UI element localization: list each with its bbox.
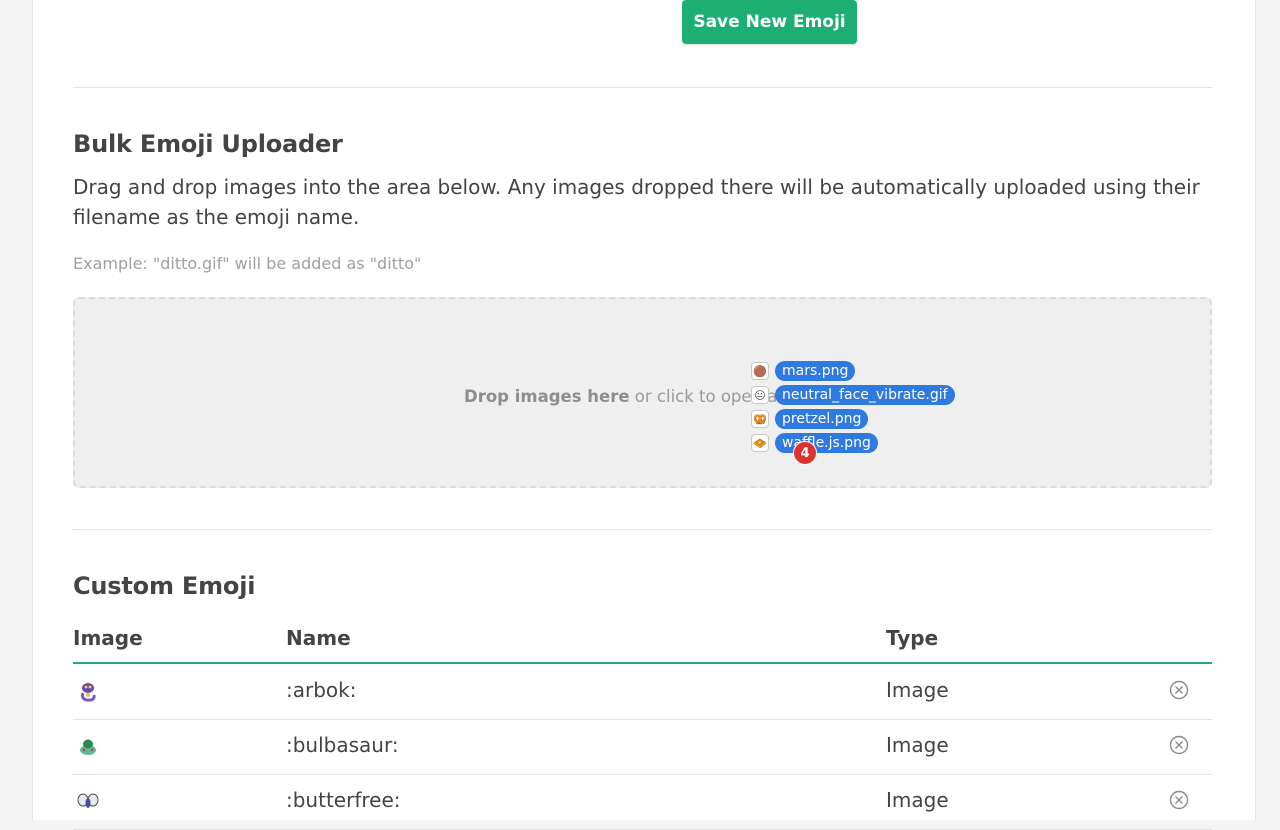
dragged-file-name: neutral_face_vibrate.gif — [775, 385, 955, 405]
emoji-type: Image — [886, 733, 949, 757]
column-header-image: Image — [73, 626, 143, 650]
bulk-uploader-description: Drag and drop images into the area below… — [73, 175, 1200, 229]
file-thumbnail-icon: 🟤 — [751, 362, 769, 380]
bulk-uploader-example: Example: "ditto.gif" will be added as "d… — [73, 254, 422, 273]
dragged-file-item: 🟤 mars.png — [751, 361, 856, 381]
dragged-file-item: 🥨 pretzel.png — [751, 409, 869, 429]
table-row: :bulbasaur: Image — [73, 719, 1212, 775]
dragged-file-name: mars.png — [775, 361, 856, 381]
drag-count-badge: 4 — [793, 441, 817, 465]
dragged-file-name: waffle.js.png — [775, 433, 878, 453]
butterfree-emoji-icon — [77, 793, 99, 808]
emoji-name: :butterfree: — [286, 788, 401, 812]
section-divider — [73, 87, 1212, 88]
dragged-file-item: 😐 neutral_face_vibrate.gif — [751, 385, 955, 405]
table-row: :arbok: Image — [73, 664, 1212, 720]
emoji-dropzone[interactable]: Drop images here or click to open a f — [73, 297, 1212, 488]
section-divider — [73, 529, 1212, 530]
bulk-uploader-title: Bulk Emoji Uploader — [73, 130, 343, 158]
column-header-name: Name — [286, 626, 351, 650]
emoji-name: :arbok: — [286, 678, 357, 702]
file-thumbnail-icon: 😐 — [751, 386, 769, 404]
remove-circle-icon[interactable] — [1169, 735, 1189, 755]
emoji-type: Image — [886, 678, 949, 702]
emoji-type: Image — [886, 788, 949, 812]
remove-circle-icon[interactable] — [1169, 680, 1189, 700]
dropzone-text-bold: Drop images here — [464, 387, 630, 406]
file-thumbnail-icon: 🧇 — [751, 434, 769, 452]
bulbasaur-emoji-icon — [80, 739, 96, 755]
custom-emoji-title: Custom Emoji — [73, 572, 256, 600]
column-header-type: Type — [886, 626, 939, 650]
table-row: :butterfree: Image — [73, 774, 1212, 830]
save-new-emoji-button[interactable]: Save New Emoji — [682, 0, 857, 44]
remove-circle-icon[interactable] — [1169, 790, 1189, 810]
arbok-emoji-icon — [81, 683, 96, 702]
file-thumbnail-icon: 🥨 — [751, 410, 769, 428]
dropzone-text: Drop images here or click to open a f — [464, 387, 788, 406]
emoji-name: :bulbasaur: — [286, 733, 399, 757]
dragged-file-name: pretzel.png — [775, 409, 869, 429]
